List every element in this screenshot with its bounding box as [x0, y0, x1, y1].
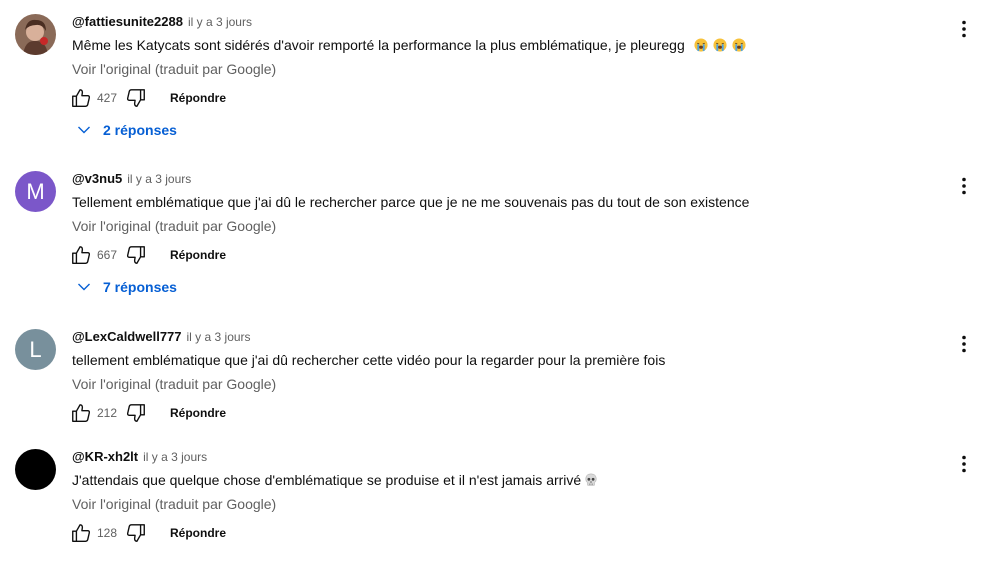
like-count: 427	[97, 91, 118, 105]
loudly-crying-face-icon	[694, 38, 708, 52]
avatar[interactable]	[15, 449, 56, 490]
thumbs-up-icon	[72, 524, 91, 542]
comment-menu-button[interactable]	[952, 17, 976, 41]
avatar-photo-icon	[15, 14, 56, 55]
avatar-letter: L	[29, 336, 42, 362]
replies-count: 7 réponses	[103, 279, 177, 295]
comment-menu-button[interactable]	[952, 452, 976, 476]
thumbs-down-icon	[126, 89, 145, 107]
thumbs-down-icon	[126, 246, 145, 264]
reply-button[interactable]: Répondre	[170, 526, 226, 540]
loudly-crying-face-icon	[732, 38, 746, 52]
thumbs-up-icon	[72, 246, 91, 264]
comment-thread: @fattiesunite2288 il y a 3 jours Même le…	[0, 14, 988, 144]
avatar[interactable]: L	[15, 329, 56, 370]
avatar-letter: M	[26, 178, 45, 204]
comment-header: @KR-xh2lt il y a 3 jours	[72, 449, 207, 467]
thumbs-up-icon	[72, 89, 91, 107]
comment-actions: 128 Répondre	[70, 522, 226, 544]
comment-thread: M @v3nu5 il y a 3 jours Tellement emblém…	[0, 171, 988, 301]
like-button[interactable]	[70, 402, 92, 424]
author-name[interactable]: @LexCaldwell777	[72, 329, 182, 344]
view-replies-button[interactable]: 2 réponses	[76, 120, 177, 140]
comment-text: Tellement emblématique que j'ai dû le re…	[72, 194, 750, 210]
author-name[interactable]: @fattiesunite2288	[72, 14, 183, 29]
like-count: 212	[97, 406, 118, 420]
chevron-down-icon	[78, 126, 90, 134]
like-count: 667	[97, 248, 118, 262]
more-vert-icon	[962, 20, 966, 38]
translate-link[interactable]: Voir l'original (traduit par Google)	[72, 217, 276, 235]
comment-text-content: Même les Katycats sont sidérés d'avoir r…	[72, 37, 685, 53]
reply-button[interactable]: Répondre	[170, 248, 226, 262]
like-count: 128	[97, 526, 118, 540]
more-vert-icon	[962, 177, 966, 195]
dislike-button[interactable]	[125, 522, 147, 544]
comment-text: tellement emblématique que j'ai dû reche…	[72, 352, 666, 368]
comment-actions: 427 Répondre	[70, 87, 226, 109]
chevron-down-icon	[78, 283, 90, 291]
replies-count: 2 réponses	[103, 122, 177, 138]
comment-actions: 667 Répondre	[70, 244, 226, 266]
translate-link[interactable]: Voir l'original (traduit par Google)	[72, 60, 276, 78]
thumbs-down-icon	[126, 524, 145, 542]
more-vert-icon	[962, 455, 966, 473]
comment-menu-button[interactable]	[952, 332, 976, 356]
comment-time[interactable]: il y a 3 jours	[188, 15, 252, 29]
thumbs-up-icon	[72, 404, 91, 422]
comment-actions: 212 Répondre	[70, 402, 226, 424]
avatar[interactable]: M	[15, 171, 56, 212]
like-button[interactable]	[70, 244, 92, 266]
comment-text: Même les Katycats sont sidérés d'avoir r…	[72, 35, 746, 55]
more-vert-icon	[962, 335, 966, 353]
thumbs-down-icon	[126, 404, 145, 422]
reply-button[interactable]: Répondre	[170, 91, 226, 105]
translate-link[interactable]: Voir l'original (traduit par Google)	[72, 375, 276, 393]
comment-thread: L @LexCaldwell777 il y a 3 jours telleme…	[0, 329, 988, 429]
loudly-crying-face-icon	[713, 38, 727, 52]
view-replies-button[interactable]: 7 réponses	[76, 277, 177, 297]
translate-link[interactable]: Voir l'original (traduit par Google)	[72, 495, 276, 513]
comment-time[interactable]: il y a 3 jours	[187, 330, 251, 344]
comment-time[interactable]: il y a 3 jours	[143, 450, 207, 464]
comment-time[interactable]: il y a 3 jours	[127, 172, 191, 186]
comment-thread: @KR-xh2lt il y a 3 jours J'attendais que…	[0, 449, 988, 549]
comment-header: @fattiesunite2288 il y a 3 jours	[72, 14, 252, 32]
comments-section: @fattiesunite2288 il y a 3 jours Même le…	[0, 0, 988, 567]
comment-text: J'attendais que quelque chose d'emblémat…	[72, 470, 598, 490]
comment-text-content: J'attendais que quelque chose d'emblémat…	[72, 472, 582, 488]
author-name[interactable]: @v3nu5	[72, 171, 122, 186]
avatar[interactable]	[15, 14, 56, 55]
dislike-button[interactable]	[125, 87, 147, 109]
like-button[interactable]	[70, 87, 92, 109]
reply-button[interactable]: Répondre	[170, 406, 226, 420]
dislike-button[interactable]	[125, 402, 147, 424]
comment-header: @v3nu5 il y a 3 jours	[72, 171, 191, 189]
comment-menu-button[interactable]	[952, 174, 976, 198]
comment-header: @LexCaldwell777 il y a 3 jours	[72, 329, 251, 347]
author-name[interactable]: @KR-xh2lt	[72, 449, 138, 464]
like-button[interactable]	[70, 522, 92, 544]
skull-icon	[585, 473, 597, 486]
dislike-button[interactable]	[125, 244, 147, 266]
